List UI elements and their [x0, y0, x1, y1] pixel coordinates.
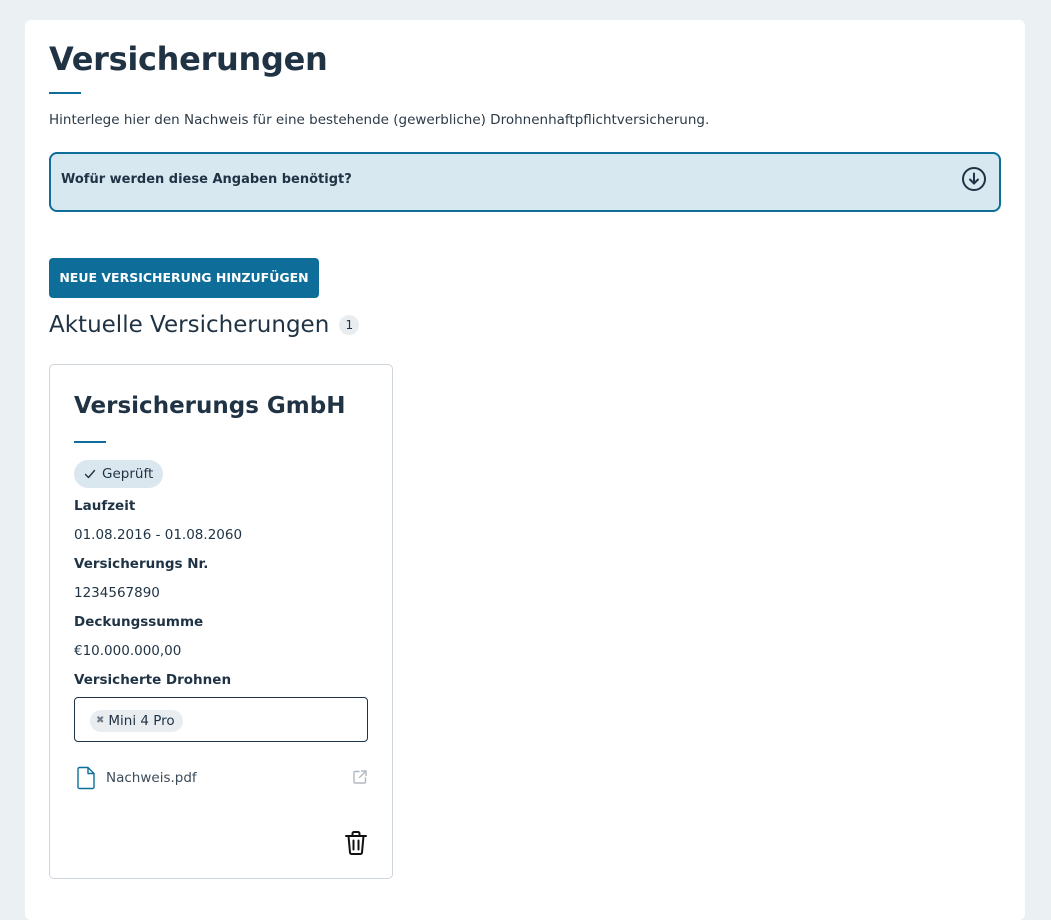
coverage-label: Deckungssumme [74, 614, 204, 630]
term-value: 01.08.2016 - 01.08.2060 [74, 527, 243, 543]
document-icon [77, 766, 95, 790]
current-insurances-heading: Aktuelle Versicherungen 1 [49, 312, 360, 338]
add-insurance-button[interactable]: NEUE VERSICHERUNG HINZUFÜGEN [49, 258, 319, 298]
trash-icon[interactable] [344, 830, 368, 856]
policy-number-value: 1234567890 [74, 585, 160, 601]
policy-number-label: Versicherungs Nr. [74, 556, 209, 572]
insured-drones-label: Versicherte Drohnen [74, 672, 232, 688]
section-title: Aktuelle Versicherungen [49, 312, 330, 338]
insurance-card: Versicherungs GmbH Geprüft Laufzeit 01.0… [49, 364, 393, 879]
insurance-company-name: Versicherungs GmbH [74, 393, 346, 419]
check-icon [84, 469, 96, 479]
insurance-count-badge: 1 [339, 315, 360, 335]
proof-file-link[interactable]: Nachweis.pdf [106, 770, 197, 786]
page-title: Versicherungen [49, 40, 328, 78]
drone-tag-label: Mini 4 Pro [108, 713, 175, 729]
title-underline [49, 92, 81, 94]
open-external-icon[interactable] [352, 769, 368, 785]
status-badge: Geprüft [74, 460, 164, 488]
status-label: Geprüft [102, 466, 154, 482]
card-title-underline [74, 441, 106, 443]
drone-tag: ✖ Mini 4 Pro [90, 710, 183, 732]
arrow-down-circle-icon[interactable] [961, 166, 987, 192]
coverage-value: €10.000.000,00 [74, 643, 182, 659]
main-panel: Versicherungen Hinterlege hier den Nachw… [25, 20, 1025, 920]
info-accordion[interactable]: Wofür werden diese Angaben benötigt? [49, 152, 1001, 212]
info-accordion-label: Wofür werden diese Angaben benötigt? [61, 172, 352, 187]
term-label: Laufzeit [74, 498, 136, 514]
tag-remove-icon[interactable]: ✖ [96, 716, 104, 726]
proof-file-row: Nachweis.pdf [74, 765, 368, 793]
insured-drones-select[interactable]: ✖ Mini 4 Pro [74, 697, 368, 742]
page-subtitle: Hinterlege hier den Nachweis für eine be… [49, 112, 710, 128]
